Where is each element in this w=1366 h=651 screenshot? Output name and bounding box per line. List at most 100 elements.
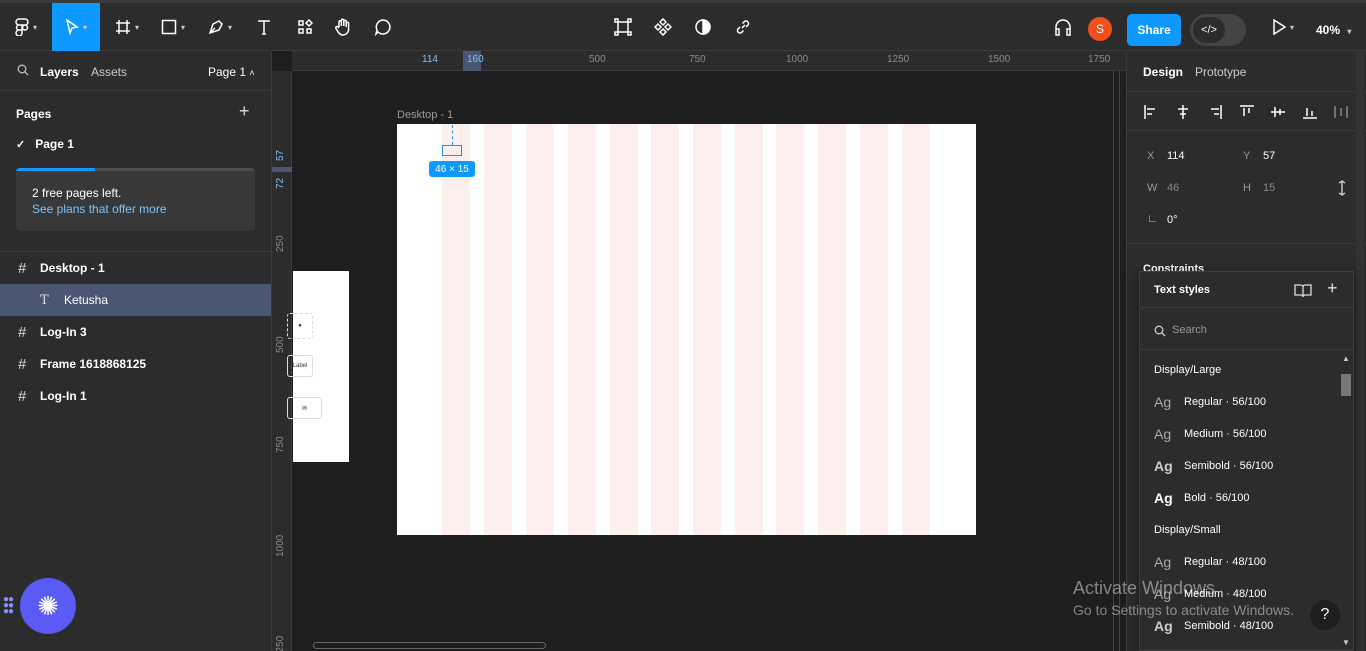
component-button[interactable] bbox=[650, 3, 676, 51]
text-icon bbox=[258, 20, 270, 35]
library-icon[interactable] bbox=[1294, 282, 1312, 298]
help-button[interactable]: ? bbox=[1310, 600, 1340, 630]
style-item[interactable]: Ag Regular · 48/100 bbox=[1154, 554, 1266, 570]
frame-icon: # bbox=[18, 387, 27, 405]
frame-label[interactable]: Desktop - 1 bbox=[397, 109, 453, 121]
frame-icon bbox=[115, 20, 130, 34]
layer-label: Log-In 3 bbox=[40, 325, 87, 339]
link-icon bbox=[736, 20, 750, 34]
align-right-icon[interactable] bbox=[1207, 104, 1223, 120]
layer-desktop-1[interactable]: # Desktop - 1 bbox=[0, 252, 271, 284]
page-item-page-1[interactable]: ✓ Page 1 bbox=[16, 137, 74, 151]
chevron-down-icon: ▾ bbox=[134, 22, 139, 32]
layer-log-in-1[interactable]: # Log-In 1 bbox=[0, 380, 271, 412]
text-styles-title: Text styles bbox=[1154, 284, 1211, 296]
text-icon: T bbox=[40, 292, 49, 308]
selection-frame-button[interactable] bbox=[610, 3, 636, 51]
align-top-icon[interactable] bbox=[1239, 104, 1255, 120]
height-input[interactable]: 15 bbox=[1263, 182, 1275, 194]
text-tool-button[interactable] bbox=[252, 3, 276, 51]
layout-grid-column bbox=[818, 124, 846, 535]
style-item-label: Regular · 56/100 bbox=[1184, 396, 1266, 408]
chevron-up-icon: ˄ bbox=[249, 68, 255, 78]
tab-assets[interactable]: Assets bbox=[91, 65, 127, 79]
ruler-tick: 1250 bbox=[887, 54, 910, 65]
resize-constraints-icon[interactable] bbox=[1336, 180, 1348, 196]
align-bottom-icon[interactable] bbox=[1302, 104, 1318, 120]
y-input[interactable]: 57 bbox=[1263, 150, 1275, 162]
comment-tool-button[interactable] bbox=[370, 3, 396, 51]
layout-grid-column bbox=[735, 124, 763, 535]
layer-ketusha[interactable]: T Ketusha bbox=[0, 284, 271, 316]
style-item[interactable]: Ag Semibold · 56/100 bbox=[1154, 458, 1273, 474]
vertical-scrollbar-edge bbox=[1119, 71, 1120, 651]
search-placeholder: Search bbox=[1172, 324, 1207, 336]
search-icon[interactable] bbox=[17, 64, 29, 76]
chevron-down-icon: ▾ bbox=[1289, 22, 1294, 32]
drag-handle-icon[interactable]: ●● ●● ●● bbox=[3, 595, 14, 617]
chevron-down-icon: ▾ bbox=[227, 22, 232, 32]
rotation-input[interactable]: 0° bbox=[1167, 214, 1178, 226]
scroll-up-icon[interactable]: ▲ bbox=[1342, 354, 1350, 363]
horizontal-scrollbar[interactable] bbox=[313, 642, 546, 649]
layout-grid-column bbox=[693, 124, 721, 535]
tab-design[interactable]: Design bbox=[1143, 65, 1183, 79]
resources-button[interactable] bbox=[292, 3, 318, 51]
play-icon bbox=[1273, 19, 1286, 35]
dev-mode-toggle[interactable]: </> bbox=[1190, 14, 1246, 46]
x-input[interactable]: 114 bbox=[1167, 150, 1185, 162]
selected-text-layer[interactable] bbox=[442, 145, 462, 156]
zoom-menu[interactable]: 40% ▾ bbox=[1316, 23, 1351, 37]
style-item[interactable]: Ag Medium · 56/100 bbox=[1154, 426, 1267, 442]
align-left-icon[interactable] bbox=[1143, 104, 1159, 120]
mini-label: Label bbox=[287, 355, 313, 377]
layer-label: Ketusha bbox=[64, 293, 109, 307]
align-horizontal-center-icon[interactable] bbox=[1175, 104, 1191, 120]
width-input[interactable]: 46 bbox=[1167, 182, 1179, 194]
log-in-frame-preview[interactable]: ● Label ✉ bbox=[287, 271, 349, 462]
tab-layers[interactable]: Layers bbox=[40, 65, 79, 79]
share-button[interactable]: Share bbox=[1127, 14, 1181, 46]
avatar[interactable]: S bbox=[1088, 17, 1112, 41]
scrollbar-thumb[interactable] bbox=[1341, 374, 1351, 396]
style-item[interactable]: Ag Bold · 56/100 bbox=[1154, 490, 1249, 506]
plugin-launcher-button[interactable]: ✺ bbox=[20, 578, 76, 634]
ruler-tick: 1250 bbox=[275, 635, 286, 651]
vertical-scrollbar[interactable] bbox=[1113, 71, 1114, 651]
page-selector[interactable]: Page 1 ˄ bbox=[208, 65, 255, 79]
frame-tool-button[interactable]: ▾ bbox=[108, 3, 146, 51]
contrast-icon bbox=[695, 19, 711, 35]
scroll-down-icon[interactable]: ▼ bbox=[1342, 638, 1350, 647]
layer-log-in-3[interactable]: # Log-In 3 bbox=[0, 316, 271, 348]
x-label: X bbox=[1147, 150, 1155, 162]
pages-heading: Pages bbox=[16, 107, 52, 121]
style-item[interactable]: Ag Semibold · 48/100 bbox=[1154, 618, 1273, 634]
pen-tool-button[interactable]: ▾ bbox=[200, 3, 240, 51]
main-menu-button[interactable]: ▾ bbox=[8, 3, 44, 51]
add-style-icon[interactable]: + bbox=[1327, 278, 1338, 299]
upsell-link[interactable]: See plans that offer more bbox=[32, 202, 167, 216]
text-styles-header: Text styles + bbox=[1140, 272, 1353, 308]
shape-tool-button[interactable]: ▾ bbox=[154, 3, 192, 51]
contrast-button[interactable] bbox=[690, 3, 716, 51]
distribute-icon[interactable] bbox=[1333, 104, 1349, 120]
link-button[interactable] bbox=[730, 3, 756, 51]
zoom-level: 40% bbox=[1316, 23, 1341, 37]
layer-frame-1618868125[interactable]: # Frame 1618868125 bbox=[0, 348, 271, 380]
move-tool-button[interactable]: ▾ bbox=[52, 3, 100, 51]
hand-tool-button[interactable] bbox=[330, 3, 356, 51]
text-styles-scrollbar[interactable]: ▲ ▼ bbox=[1339, 352, 1353, 650]
align-vertical-center-icon[interactable] bbox=[1270, 104, 1286, 120]
style-item-label: Regular · 48/100 bbox=[1184, 556, 1266, 568]
style-item[interactable]: Ag Regular · 56/100 bbox=[1154, 394, 1266, 410]
left-panel: Layers Assets Page 1 ˄ Pages + ✓ Page 1 2… bbox=[0, 51, 272, 651]
layout-grid-column bbox=[484, 124, 512, 535]
rectangle-icon bbox=[161, 19, 177, 35]
tab-prototype[interactable]: Prototype bbox=[1195, 65, 1246, 79]
text-styles-search[interactable]: Search bbox=[1140, 314, 1353, 350]
audio-button[interactable] bbox=[1050, 3, 1076, 51]
present-button[interactable]: ▾ bbox=[1264, 3, 1302, 51]
add-page-icon[interactable]: + bbox=[239, 101, 250, 122]
desktop-frame[interactable] bbox=[397, 124, 976, 535]
right-panel-scrollbar[interactable] bbox=[1356, 51, 1364, 651]
